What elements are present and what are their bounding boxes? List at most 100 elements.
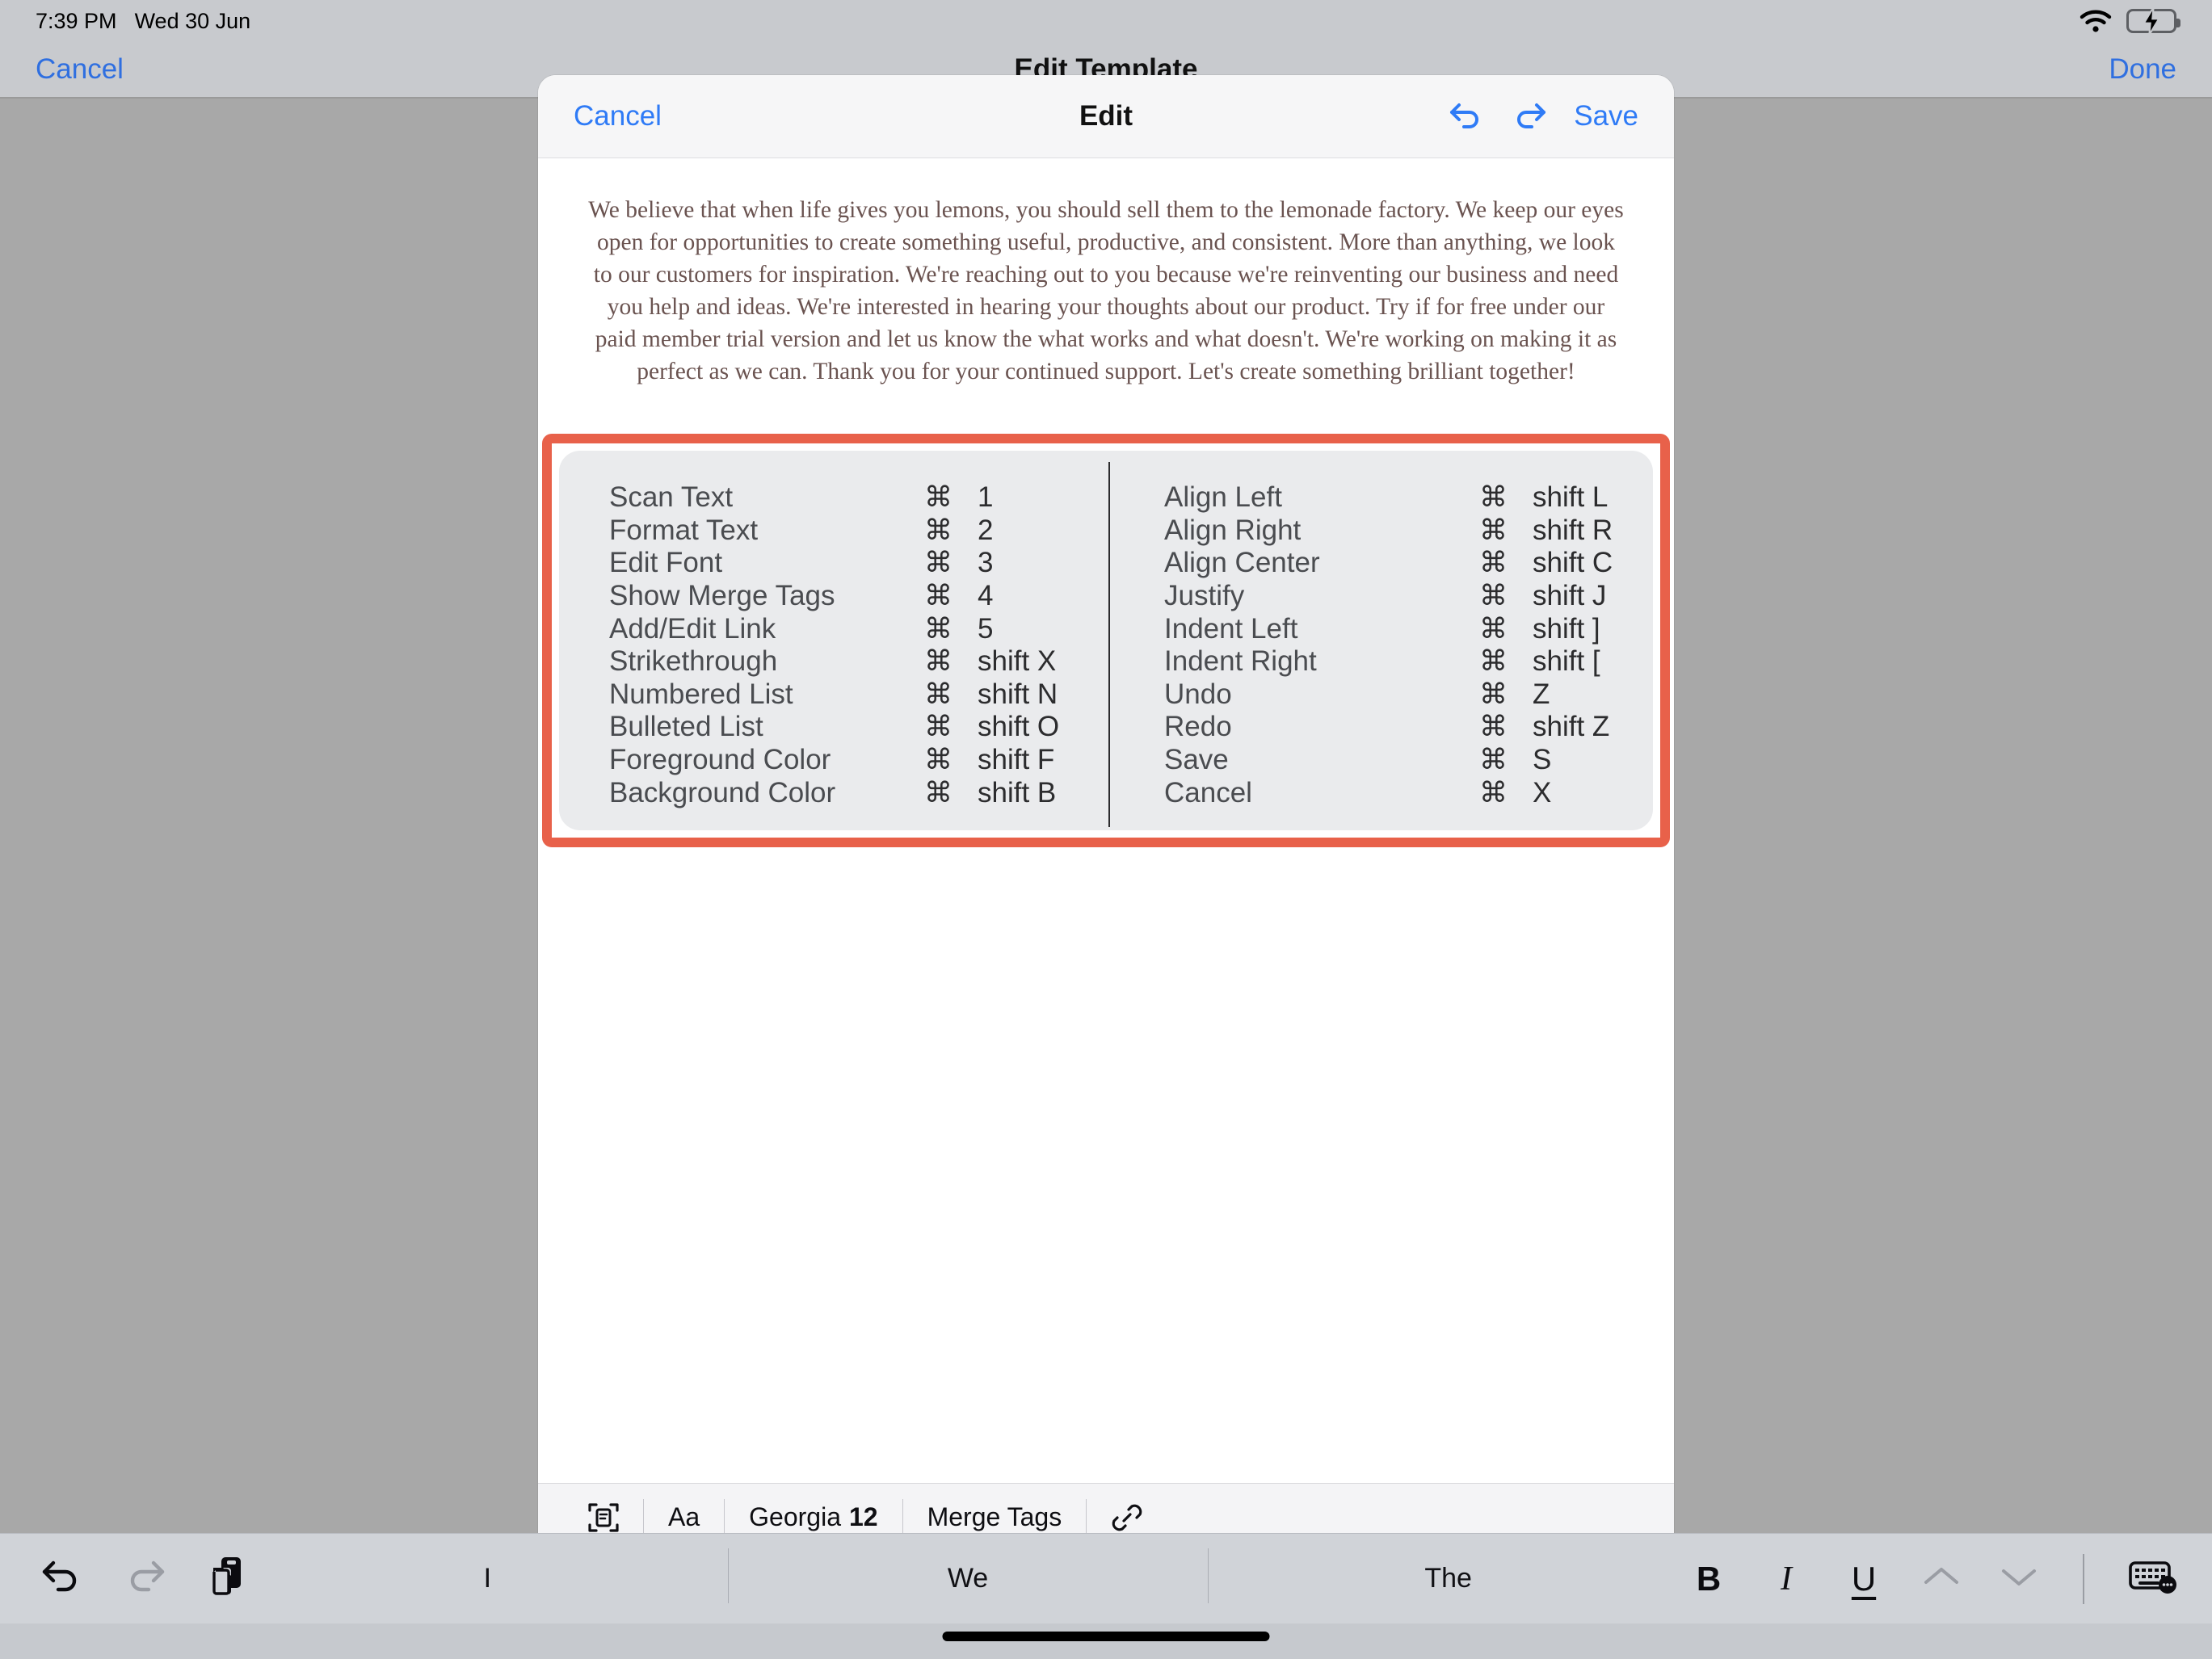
- battery-charging-icon: [2126, 7, 2180, 35]
- command-key-icon: ⌘: [924, 481, 953, 514]
- modal-title: Edit: [1079, 100, 1133, 132]
- status-time: 7:39 PM: [36, 8, 117, 33]
- nav-done-button[interactable]: Done: [2109, 53, 2176, 86]
- shortcut-label: Save: [1164, 744, 1229, 776]
- command-key-icon: ⌘: [924, 547, 953, 579]
- nav-cancel-button[interactable]: Cancel: [36, 53, 124, 86]
- bottom-strip: [0, 1653, 2212, 1659]
- command-key-icon: ⌘: [924, 612, 953, 645]
- shortcut-key: 5: [978, 612, 994, 645]
- keyboard-accessory-bar: I We The B I U: [0, 1533, 2212, 1623]
- shortcut-keys: ⌘ 2: [924, 514, 993, 547]
- shortcut-row[interactable]: Numbered List ⌘ shift N: [609, 678, 1106, 712]
- shortcut-row[interactable]: Strikethrough ⌘ shift X: [609, 645, 1106, 678]
- undo-arrow-icon[interactable]: [39, 1556, 84, 1601]
- shortcut-label: Align Right: [1164, 514, 1302, 546]
- command-key-icon: ⌘: [1479, 776, 1508, 808]
- shortcut-row[interactable]: Add/Edit Link ⌘ 5: [609, 612, 1106, 645]
- undo-arrow-icon[interactable]: [1448, 100, 1485, 132]
- underline-button[interactable]: U: [1844, 1560, 1884, 1598]
- command-key-icon: ⌘: [924, 744, 953, 776]
- chevron-up-icon[interactable]: [1921, 1564, 1962, 1594]
- shortcut-keys: ⌘ shift L: [1479, 481, 1608, 514]
- italic-button[interactable]: I: [1766, 1560, 1806, 1598]
- shortcut-row[interactable]: Indent Left ⌘ shift ]: [1164, 612, 1653, 645]
- command-key-icon: ⌘: [924, 514, 953, 546]
- shortcut-keys: ⌘ shift [: [1479, 645, 1600, 678]
- shortcut-keys: ⌘ shift C: [1479, 547, 1613, 579]
- shortcut-keys: ⌘ shift ]: [1479, 613, 1600, 645]
- bold-button[interactable]: B: [1688, 1560, 1729, 1598]
- command-key-icon: ⌘: [924, 678, 953, 710]
- shortcut-label: Align Center: [1164, 547, 1320, 579]
- shortcut-key: 3: [978, 547, 994, 579]
- prediction-item[interactable]: The: [1208, 1534, 1688, 1624]
- shortcut-key: shift F: [978, 744, 1055, 776]
- shortcut-keys: ⌘ shift F: [924, 744, 1054, 776]
- status-bar-right: [2080, 7, 2180, 35]
- prediction-item[interactable]: We: [727, 1534, 1209, 1624]
- shortcut-label: Add/Edit Link: [609, 612, 776, 645]
- predictive-text-bar: I We The: [247, 1534, 1688, 1624]
- shortcut-label: Cancel: [1164, 776, 1252, 808]
- command-key-icon: ⌘: [924, 711, 953, 743]
- shortcut-row[interactable]: Scan Text ⌘ 1: [609, 481, 1106, 514]
- shortcut-key: X: [1533, 776, 1552, 808]
- shortcut-keys: ⌘ shift N: [924, 678, 1058, 711]
- modal-header: Cancel Edit Save: [538, 75, 1674, 158]
- shortcut-keys: ⌘ shift J: [1479, 580, 1606, 612]
- shortcut-keys: ⌘ S: [1479, 744, 1551, 776]
- shortcut-key: shift L: [1533, 481, 1609, 514]
- shortcut-label: Background Color: [609, 776, 836, 808]
- prediction-item[interactable]: I: [247, 1534, 728, 1624]
- shortcuts-right-column: Align Left ⌘ shift L Align Right ⌘ shift R Ali…: [1106, 481, 1653, 809]
- shortcut-row[interactable]: Justify ⌘ shift J: [1164, 580, 1653, 613]
- modal-cancel-button[interactable]: Cancel: [574, 100, 662, 132]
- shortcut-row[interactable]: Foreground Color ⌘ shift F: [609, 744, 1106, 777]
- shortcut-row[interactable]: Edit Font ⌘ 3: [609, 547, 1106, 580]
- command-key-icon: ⌘: [1479, 678, 1508, 710]
- keyboard-shortcuts-panel: Scan Text ⌘ 1 Format Text ⌘ 2 Edit Font ⌘ 3 Show …: [559, 451, 1653, 830]
- shortcuts-left-column: Scan Text ⌘ 1 Format Text ⌘ 2 Edit Font ⌘ 3 Show …: [559, 481, 1106, 809]
- document-body-text[interactable]: We believe that when life gives you lemo…: [538, 158, 1674, 388]
- shortcut-key: shift J: [1533, 580, 1607, 612]
- shortcut-keys: ⌘ shift X: [924, 645, 1056, 678]
- shortcut-keys: ⌘ shift R: [1479, 514, 1613, 547]
- shortcut-keys: ⌘ X: [1479, 777, 1551, 809]
- shortcut-row[interactable]: Save ⌘ S: [1164, 744, 1653, 777]
- shortcut-key: 4: [978, 580, 994, 612]
- modal-save-button[interactable]: Save: [1574, 100, 1638, 132]
- shortcut-row[interactable]: Background Color ⌘ shift B: [609, 776, 1106, 809]
- shortcut-key: 1: [978, 481, 994, 514]
- shortcut-row[interactable]: Format Text ⌘ 2: [609, 514, 1106, 548]
- command-key-icon: ⌘: [924, 776, 953, 808]
- command-key-icon: ⌘: [1479, 612, 1508, 645]
- shortcut-label: Format Text: [609, 514, 759, 546]
- shortcut-row[interactable]: Undo ⌘ Z: [1164, 678, 1653, 712]
- shortcut-key: shift ]: [1533, 612, 1600, 645]
- shortcut-row[interactable]: Align Right ⌘ shift R: [1164, 514, 1653, 548]
- keyboard-dismiss-icon[interactable]: [2128, 1558, 2178, 1599]
- shortcut-keys: ⌘ 5: [924, 613, 993, 645]
- redo-arrow-icon[interactable]: [123, 1556, 168, 1601]
- shortcut-row[interactable]: Align Center ⌘ shift C: [1164, 547, 1653, 580]
- shortcut-row[interactable]: Bulleted List ⌘ shift O: [609, 711, 1106, 744]
- shortcut-row[interactable]: Cancel ⌘ X: [1164, 776, 1653, 809]
- chevron-down-icon[interactable]: [1999, 1564, 2039, 1594]
- shortcut-row[interactable]: Show Merge Tags ⌘ 4: [609, 580, 1106, 613]
- shortcut-key: shift X: [978, 645, 1057, 678]
- status-date: Wed 30 Jun: [134, 8, 251, 33]
- shortcut-label: Redo: [1164, 711, 1232, 743]
- paste-icon[interactable]: [207, 1555, 247, 1602]
- shortcut-label: Strikethrough: [609, 645, 778, 678]
- shortcut-label: Show Merge Tags: [609, 580, 835, 612]
- keyboard-bar-divider: [2083, 1553, 2084, 1604]
- shortcut-row[interactable]: Align Left ⌘ shift L: [1164, 481, 1653, 514]
- shortcut-row[interactable]: Redo ⌘ shift Z: [1164, 711, 1653, 744]
- shortcut-row[interactable]: Indent Right ⌘ shift [: [1164, 645, 1653, 678]
- shortcut-keys: ⌘ shift O: [924, 711, 1059, 743]
- shortcut-keys: ⌘ shift Z: [1479, 711, 1609, 743]
- command-key-icon: ⌘: [1479, 645, 1508, 678]
- font-name-label: Georgia: [749, 1502, 841, 1531]
- redo-arrow-icon[interactable]: [1511, 100, 1548, 132]
